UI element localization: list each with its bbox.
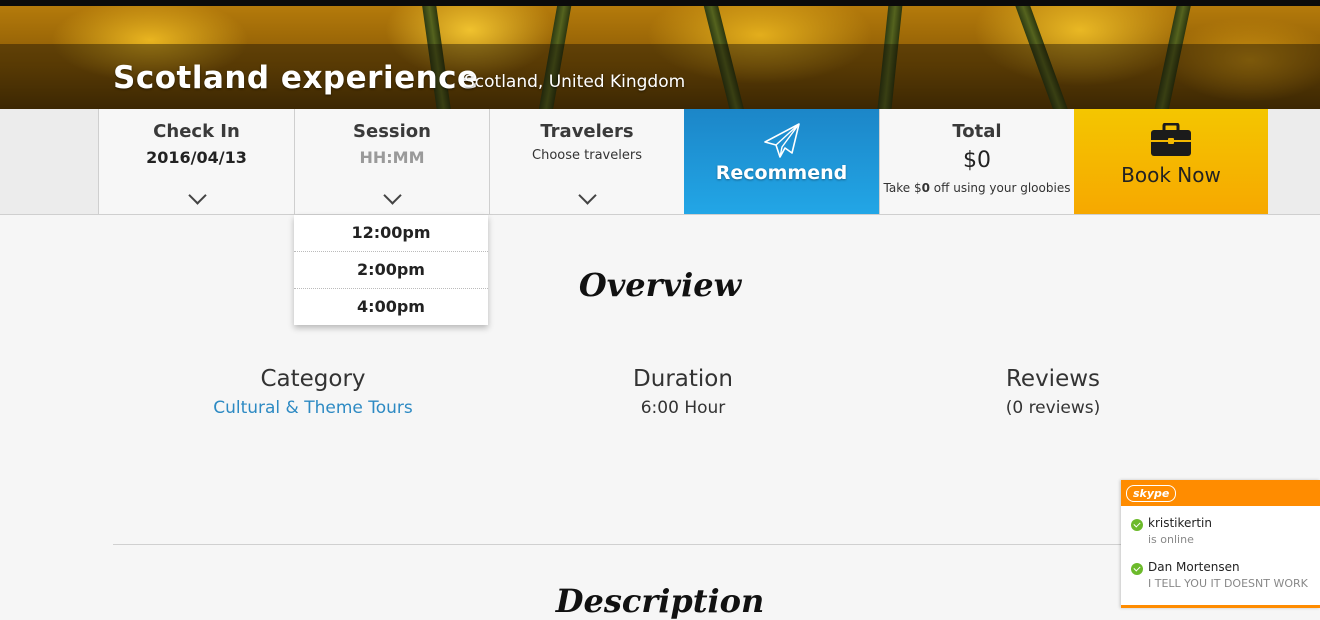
chevron-down-icon[interactable]	[383, 186, 402, 205]
book-now-label: Book Now	[1121, 163, 1221, 187]
check-in-value: 2016/04/13	[146, 148, 247, 167]
contact-status: is online	[1148, 533, 1194, 546]
check-in-selector[interactable]: Check In 2016/04/13	[98, 109, 294, 214]
category-label: Category	[260, 366, 366, 392]
book-now-button[interactable]: Book Now	[1074, 109, 1268, 214]
skype-logo: skype	[1126, 485, 1177, 502]
gloobies-note: Take $0 off using your gloobies	[883, 181, 1071, 195]
skype-widget[interactable]: skype kristikertin is online Dan Mortens…	[1121, 480, 1320, 608]
paper-plane-icon	[763, 123, 800, 158]
contact-name: kristikertin	[1148, 516, 1212, 530]
travelers-selector[interactable]: Travelers Choose travelers	[489, 109, 684, 214]
reviews-info: Reviews (0 reviews)	[903, 366, 1203, 418]
chevron-down-icon[interactable]	[187, 186, 207, 205]
top-bar	[0, 0, 1320, 6]
travelers-hint: Choose travelers	[532, 148, 642, 163]
session-option[interactable]: 12:00pm	[294, 215, 488, 252]
page-location: Scotland, United Kingdom	[464, 72, 686, 92]
recommend-label: Recommend	[715, 162, 848, 184]
category-link[interactable]: Cultural & Theme Tours	[163, 398, 463, 418]
check-in-label: Check In	[153, 121, 240, 142]
section-divider	[113, 544, 1123, 545]
briefcase-icon	[1151, 123, 1191, 156]
skype-contact[interactable]: kristikertin is online	[1131, 516, 1212, 546]
session-placeholder: HH:MM	[359, 148, 425, 167]
reviews-count: (0 reviews)	[1005, 398, 1101, 418]
overview-heading: Overview	[578, 266, 742, 304]
total-label: Total	[952, 121, 1002, 142]
contact-status: I TELL YOU IT DOESNT WORK	[1148, 577, 1308, 590]
skype-contact[interactable]: Dan Mortensen I TELL YOU IT DOESNT WORK	[1131, 560, 1308, 590]
hero-banner: Scotland experience Scotland, United Kin…	[0, 0, 1320, 109]
duration-value: 6:00 Hour	[640, 398, 726, 418]
total-amount: $0	[963, 148, 991, 173]
booking-bar: Check In 2016/04/13 Session HH:MM Travel…	[0, 109, 1320, 215]
reviews-label: Reviews	[1005, 366, 1101, 392]
session-selector[interactable]: Session HH:MM	[294, 109, 489, 214]
skype-header[interactable]: skype	[1121, 480, 1320, 506]
total-panel: Total $0 Take $0 off using your gloobies	[879, 109, 1074, 214]
chevron-down-icon[interactable]	[578, 186, 597, 205]
session-label: Session	[353, 121, 431, 142]
page-title: Scotland experience	[113, 60, 479, 96]
recommend-button[interactable]: Recommend	[684, 109, 879, 214]
online-status-icon	[1131, 519, 1143, 531]
online-status-icon	[1131, 563, 1143, 575]
contact-name: Dan Mortensen	[1148, 560, 1240, 574]
duration-label: Duration	[633, 366, 733, 392]
category-info: Category Cultural & Theme Tours	[163, 366, 463, 418]
duration-info: Duration 6:00 Hour	[533, 366, 833, 418]
travelers-label: Travelers	[540, 121, 634, 142]
